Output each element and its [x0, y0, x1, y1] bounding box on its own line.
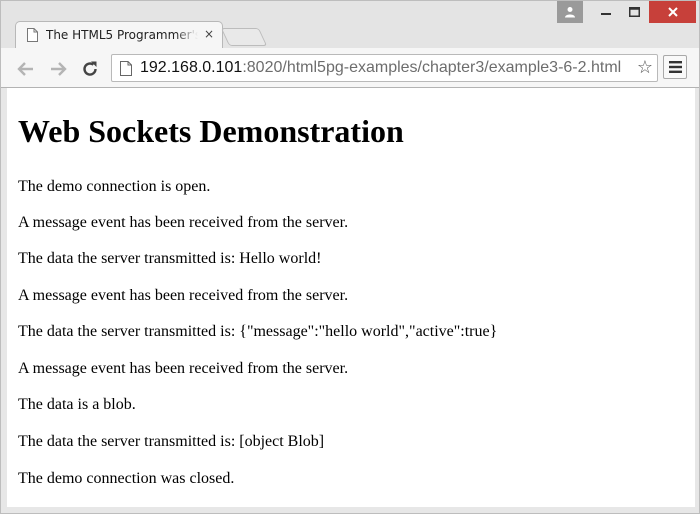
- person-icon: [565, 7, 575, 18]
- back-arrow-icon: [17, 62, 33, 76]
- message-line: The data the server transmitted is: [obj…: [18, 433, 325, 450]
- message-line: The data the server transmitted is: {"me…: [18, 323, 498, 340]
- browser-window: The HTML5 Programmer's Reference ×: [0, 0, 700, 514]
- browser-tab[interactable]: The HTML5 Programmer's Reference ×: [15, 21, 223, 48]
- tab-close-icon[interactable]: ×: [204, 27, 214, 41]
- message-line: The demo connection was closed.: [18, 470, 235, 487]
- minimize-icon: [601, 13, 611, 15]
- message-line: A message event has been received from t…: [18, 214, 349, 231]
- profile-button[interactable]: [557, 1, 583, 23]
- page-content: Web Sockets Demonstration The demo conne…: [7, 88, 695, 507]
- reload-icon: [83, 61, 97, 76]
- tab-title: The HTML5 Programmer's Reference: [46, 28, 198, 42]
- message-line: The data is a blob.: [18, 396, 136, 413]
- page-heading: Web Sockets Demonstration: [18, 113, 404, 149]
- hamburger-menu-icon: [668, 61, 682, 73]
- address-bar[interactable]: 192.168.0.101:8020/html5pg-examples/chap…: [111, 54, 658, 82]
- message-line: A message event has been received from t…: [18, 287, 349, 304]
- menu-button[interactable]: [663, 55, 687, 79]
- page-icon: [120, 61, 132, 76]
- maximize-button[interactable]: [621, 1, 647, 23]
- close-button[interactable]: [649, 1, 696, 23]
- url-host: 192.168.0.101: [140, 59, 243, 76]
- reload-button[interactable]: [79, 58, 101, 80]
- tab-strip: The HTML5 Programmer's Reference ×: [1, 1, 699, 48]
- page-icon: [27, 28, 38, 42]
- minimize-button[interactable]: [593, 1, 619, 23]
- toolbar: 192.168.0.101:8020/html5pg-examples/chap…: [1, 48, 699, 88]
- new-tab-button[interactable]: [220, 28, 268, 46]
- back-button[interactable]: [15, 58, 37, 80]
- url-path: :8020/html5pg-examples/chapter3/example3…: [242, 59, 622, 76]
- forward-arrow-icon: [51, 62, 67, 76]
- forward-button[interactable]: [47, 58, 69, 80]
- message-line: A message event has been received from t…: [18, 360, 349, 377]
- message-line: The data the server transmitted is: Hell…: [18, 250, 322, 267]
- close-icon: [667, 7, 678, 17]
- message-line: The demo connection is open.: [18, 178, 211, 195]
- maximize-icon: [628, 7, 640, 17]
- url-text[interactable]: 192.168.0.101:8020/html5pg-examples/chap…: [140, 59, 630, 77]
- star-icon[interactable]: ☆: [637, 58, 653, 78]
